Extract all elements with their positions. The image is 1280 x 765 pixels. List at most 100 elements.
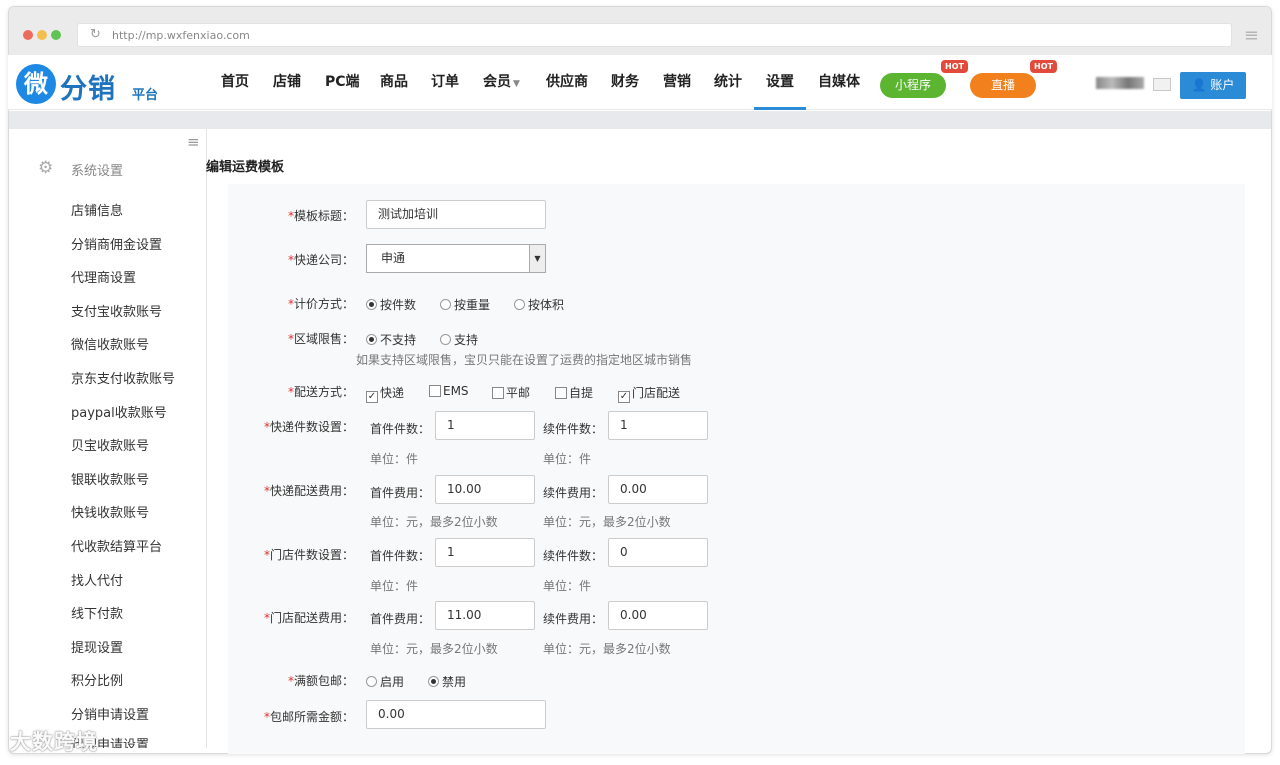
top-navbar: 微 分销 平台 首页 店铺 PC端 商品 订单 会员 ▼ 供应商 财务 营销 统计… xyxy=(8,55,1272,110)
express-next-fee-input[interactable]: 0.00 xyxy=(608,475,708,504)
logo-mark: 微 xyxy=(16,64,56,104)
express-first-count-input[interactable]: 1 xyxy=(435,411,535,440)
nav-store[interactable]: 店铺 xyxy=(273,55,301,110)
free-amount-label: *包邮所需金额： xyxy=(263,710,354,724)
store-next-count-label: 续件件数： xyxy=(543,549,604,563)
radio-free-shipping-enable[interactable]: 启用 xyxy=(366,673,404,690)
checkbox-self-pickup[interactable]: 自提 xyxy=(555,384,593,401)
store-fee-unit-hint: 单位：元，最多2位小数 xyxy=(543,642,671,656)
delivery-label: *配送方式： xyxy=(287,385,354,399)
nav-members[interactable]: 会员 ▼ xyxy=(483,55,520,110)
store-first-fee-label: 首件费用： xyxy=(370,612,431,626)
courier-select-value: 申通 xyxy=(381,251,406,265)
store-next-fee-input[interactable]: 0.00 xyxy=(608,601,708,630)
nav-home[interactable]: 首页 xyxy=(221,55,249,110)
pricing-label: *计价方式： xyxy=(287,297,354,311)
express-first-count-label: 首件件数： xyxy=(370,422,431,436)
logo[interactable]: 微 分销 平台 xyxy=(16,64,166,105)
account-button[interactable]: 👤 账户 xyxy=(1180,72,1246,99)
store-fee-unit-hint: 单位：元，最多2位小数 xyxy=(370,642,498,656)
template-title-input[interactable]: 测试加培训 xyxy=(366,200,546,229)
radio-by-volume[interactable]: 按体积 xyxy=(514,296,564,313)
mail-icon[interactable] xyxy=(1153,78,1171,91)
mini-program-button[interactable]: 小程序 xyxy=(880,73,946,98)
express-count-label: *快递件数设置： xyxy=(263,420,354,434)
collapse-sidebar-icon[interactable]: ≡ xyxy=(187,133,200,151)
checkbox-store-delivery[interactable]: ✓ 门店配送 xyxy=(618,384,680,403)
sidebar-item-offline-pay[interactable]: 线下付款 xyxy=(71,603,123,622)
logo-sub: 平台 xyxy=(132,88,159,103)
maximize-window-button[interactable] xyxy=(51,30,61,40)
express-next-count-input[interactable]: 1 xyxy=(608,411,708,440)
sidebar-item-wechat[interactable]: 微信收款账号 xyxy=(71,334,149,353)
nav-self-media[interactable]: 自媒体 xyxy=(818,55,860,110)
sidebar-item-paypal[interactable]: paypal收款账号 xyxy=(71,402,167,421)
nav-members-label: 会员 xyxy=(483,74,511,90)
store-next-fee-label: 续件费用： xyxy=(543,612,604,626)
courier-select[interactable]: 申通 ▼ xyxy=(366,244,546,273)
address-bar[interactable]: ↻ http://mp.wxfenxiao.com xyxy=(77,23,1232,47)
store-first-count-input[interactable]: 1 xyxy=(435,538,535,567)
checkbox-express[interactable]: ✓ 快递 xyxy=(366,384,404,403)
sidebar-item-agent[interactable]: 代理商设置 xyxy=(71,267,136,286)
hot-badge: HOT xyxy=(1030,60,1057,73)
account-button-label: 账户 xyxy=(1210,78,1235,92)
hot-badge: HOT xyxy=(941,60,968,73)
nav-products[interactable]: 商品 xyxy=(380,55,408,110)
store-next-count-input[interactable]: 0 xyxy=(608,538,708,567)
free-amount-input[interactable]: 0.00 xyxy=(366,700,546,729)
store-fee-label: *门店配送费用： xyxy=(263,611,354,625)
checkbox-ems[interactable]: EMS xyxy=(429,384,469,398)
browser-menu-icon[interactable]: ≡ xyxy=(1244,25,1259,46)
sidebar-item-beibao[interactable]: 贝宝收款账号 xyxy=(71,435,149,454)
sidebar-item-commission[interactable]: 分销商佣金设置 xyxy=(71,234,162,253)
store-count-unit-hint: 单位：件 xyxy=(543,579,592,593)
address-url: http://mp.wxfenxiao.com xyxy=(112,29,250,42)
radio-region-supported[interactable]: 支持 xyxy=(440,331,478,348)
sidebar-item-alipay[interactable]: 支付宝收款账号 xyxy=(71,301,162,320)
close-window-button[interactable] xyxy=(23,30,33,40)
sidebar-item-proxy-pay[interactable]: 找人代付 xyxy=(71,570,123,589)
live-button[interactable]: 直播 xyxy=(970,73,1036,98)
sidebar-item-99bill[interactable]: 快钱收款账号 xyxy=(71,502,149,521)
radio-region-unsupported[interactable]: 不支持 xyxy=(366,331,416,348)
reload-icon[interactable]: ↻ xyxy=(90,27,101,42)
express-next-fee-label: 续件费用： xyxy=(543,486,604,500)
sidebar-item-points[interactable]: 积分比例 xyxy=(71,670,123,689)
user-icon: 👤 xyxy=(1191,78,1211,92)
chevron-down-icon: ▼ xyxy=(513,79,520,89)
username-blurred xyxy=(1096,77,1144,89)
sidebar-item-jdpay[interactable]: 京东支付收款账号 xyxy=(71,368,175,387)
express-fee-label: *快递配送费用： xyxy=(263,484,354,498)
nav-orders[interactable]: 订单 xyxy=(431,55,459,110)
dropdown-arrow-icon: ▼ xyxy=(529,245,545,272)
sidebar-item-store-info[interactable]: 店铺信息 xyxy=(71,200,123,219)
radio-by-count[interactable]: 按件数 xyxy=(366,296,416,313)
sidebar-item-withdraw[interactable]: 提现设置 xyxy=(71,637,123,656)
nav-stats[interactable]: 统计 xyxy=(714,55,742,110)
radio-free-shipping-disable[interactable]: 禁用 xyxy=(428,673,466,690)
radio-by-weight[interactable]: 按重量 xyxy=(440,296,490,313)
express-count-unit-hint: 单位：件 xyxy=(370,452,419,466)
store-count-unit-hint: 单位：件 xyxy=(370,579,419,593)
gear-icon: ⚙ xyxy=(38,158,54,178)
store-count-label: *门店件数设置： xyxy=(263,548,354,562)
sidebar: ≡ ⚙ 系统设置 店铺信息 分销商佣金设置 代理商设置 支付宝收款账号 微信收款… xyxy=(9,129,207,748)
sidebar-item-settlement[interactable]: 代收款结算平台 xyxy=(71,536,162,555)
nav-settings[interactable]: 设置 xyxy=(754,55,806,110)
nav-pc[interactable]: PC端 xyxy=(325,55,360,110)
sidebar-item-unionpay[interactable]: 银联收款账号 xyxy=(71,469,149,488)
nav-suppliers[interactable]: 供应商 xyxy=(546,55,588,110)
sidebar-item-distributor-apply[interactable]: 分销申请设置 xyxy=(71,704,149,723)
checkbox-surface-mail[interactable]: 平邮 xyxy=(492,384,530,401)
header-divider xyxy=(9,111,1271,129)
express-first-fee-input[interactable]: 10.00 xyxy=(435,475,535,504)
watermark: 大数跨境 xyxy=(10,730,98,754)
minimize-window-button[interactable] xyxy=(37,30,47,40)
express-first-fee-label: 首件费用： xyxy=(370,486,431,500)
store-first-fee-input[interactable]: 11.00 xyxy=(435,601,535,630)
nav-marketing[interactable]: 营销 xyxy=(663,55,691,110)
page-title: 编辑运费模板 xyxy=(206,160,285,175)
nav-finance[interactable]: 财务 xyxy=(611,55,639,110)
express-count-unit-hint: 单位：件 xyxy=(543,452,592,466)
